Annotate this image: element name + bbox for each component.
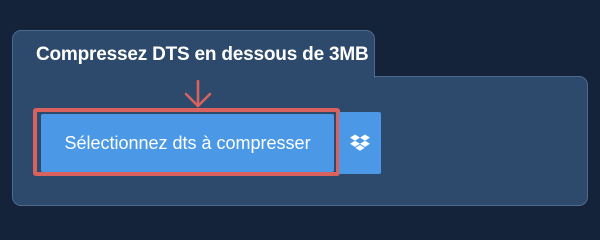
arrow-down-icon: [184, 79, 212, 108]
dropbox-button[interactable]: [339, 112, 381, 174]
tab-seam: [13, 74, 374, 78]
panel-tab: Compressez DTS en dessous de 3MB: [12, 30, 375, 78]
select-file-button[interactable]: Sélectionnez dts à compresser: [41, 114, 334, 172]
compress-panel: Compressez DTS en dessous de 3MB Sélecti…: [12, 30, 588, 206]
panel-title: Compressez DTS en dessous de 3MB: [36, 44, 369, 65]
dropbox-icon: [350, 134, 370, 151]
